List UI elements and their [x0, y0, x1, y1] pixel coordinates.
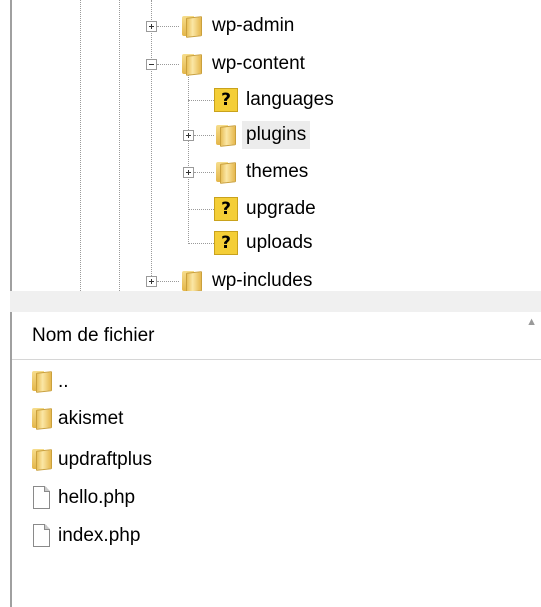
file-name: akismet: [58, 408, 124, 429]
tree-guide-line: [151, 0, 152, 278]
pane-splitter[interactable]: [10, 291, 541, 313]
tree-node-label: wp-includes: [212, 270, 313, 291]
file-name: updraftplus: [58, 449, 153, 470]
tree-node-label: languages: [246, 89, 334, 110]
tree-branch-line: [157, 64, 179, 65]
folder-icon: [30, 447, 54, 473]
folder-icon: [180, 52, 204, 76]
tree-branch-line: [188, 243, 214, 244]
tree-node-label: wp-admin: [212, 15, 295, 36]
tree-guide-line: [80, 0, 81, 291]
tree-branch-line: [157, 281, 179, 282]
expand-icon[interactable]: [183, 167, 194, 178]
file-name: index.php: [58, 525, 141, 546]
file-row-hello-php[interactable]: hello.php: [30, 480, 135, 516]
folder-icon: [180, 14, 204, 38]
question-icon: ?: [214, 88, 238, 112]
file-row-index-php[interactable]: index.php: [30, 518, 140, 554]
tree-node-label: plugins: [242, 121, 311, 149]
tree-branch-line: [194, 135, 214, 136]
tree-node-plugins[interactable]: plugins: [214, 120, 311, 150]
remote-file-list: Nom de fichier ▲ .. akismet updraftplus …: [10, 312, 541, 607]
file-name: hello.php: [58, 487, 136, 508]
tree-node-themes[interactable]: themes: [214, 157, 312, 187]
folder-icon: [30, 369, 54, 395]
file-row-parent-directory[interactable]: ..: [30, 364, 69, 400]
file-icon: [30, 523, 54, 549]
tree-node-label: upgrade: [246, 198, 316, 219]
sort-ascending-icon: ▲: [526, 316, 537, 328]
expand-icon[interactable]: [146, 276, 157, 287]
column-header-filename[interactable]: Nom de fichier ▲: [12, 312, 541, 360]
question-icon: ?: [214, 231, 238, 255]
expand-icon[interactable]: [146, 21, 157, 32]
tree-branch-line: [194, 172, 214, 173]
tree-guide-line: [188, 70, 189, 242]
folder-icon: [30, 406, 54, 432]
file-row-updraftplus[interactable]: updraftplus: [30, 442, 152, 478]
tree-node-wp-includes[interactable]: wp-includes: [180, 266, 316, 291]
tree-guide-line: [119, 0, 120, 291]
tree-node-uploads[interactable]: ? uploads: [214, 228, 317, 258]
file-row-akismet[interactable]: akismet: [30, 401, 123, 437]
collapse-icon[interactable]: [146, 59, 157, 70]
tree-node-upgrade[interactable]: ? upgrade: [214, 194, 320, 224]
tree-node-label: uploads: [246, 232, 313, 253]
tree-node-label: themes: [246, 161, 309, 182]
tree-branch-line: [188, 100, 214, 101]
question-icon: ?: [214, 197, 238, 221]
expand-icon[interactable]: [183, 130, 194, 141]
tree-branch-line: [188, 209, 214, 210]
column-header-label: Nom de fichier: [32, 324, 155, 346]
tree-node-wp-content[interactable]: wp-content: [180, 49, 309, 79]
tree-branch-line: [157, 26, 179, 27]
folder-icon: [214, 123, 238, 147]
file-name: ..: [58, 371, 69, 392]
tree-node-wp-admin[interactable]: wp-admin: [180, 11, 298, 41]
remote-directory-tree: wp-admin wp-content ? languages plugins …: [10, 0, 541, 292]
tree-node-label: wp-content: [212, 53, 305, 74]
folder-icon: [214, 160, 238, 184]
file-icon: [30, 485, 54, 511]
folder-icon: [180, 269, 204, 291]
tree-node-languages[interactable]: ? languages: [214, 85, 338, 115]
